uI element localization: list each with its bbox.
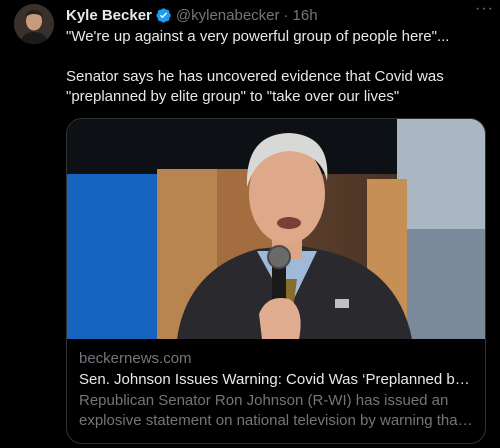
card-domain: beckernews.com bbox=[79, 350, 192, 367]
tweet-text: "We're up against a very powerful group … bbox=[66, 27, 491, 107]
senator-photo bbox=[67, 119, 485, 339]
card-description: Republican Senator Ron Johnson (R-WI) ha… bbox=[79, 392, 462, 429]
author-name[interactable]: Kyle Becker bbox=[66, 7, 152, 24]
user-avatar-icon bbox=[14, 4, 54, 44]
tweet-text-line: Senator says he has uncovered evidence t… bbox=[66, 68, 444, 105]
more-options-icon[interactable]: ··· bbox=[475, 0, 494, 18]
author-handle[interactable]: @kylenabecker bbox=[176, 7, 280, 24]
link-preview-card[interactable]: beckernews.com Sen. Johnson Issues Warni… bbox=[66, 118, 486, 444]
tweet-header: Kyle Becker @kylenabecker · 16h bbox=[66, 5, 490, 25]
card-meta: beckernews.com Sen. Johnson Issues Warni… bbox=[79, 349, 473, 431]
tweet-text-line: "We're up against a very powerful group … bbox=[66, 28, 450, 45]
timestamp[interactable]: 16h bbox=[293, 7, 318, 24]
separator-dot: · bbox=[283, 6, 289, 24]
avatar[interactable] bbox=[14, 4, 54, 44]
tweet[interactable]: Kyle Becker @kylenabecker · 16h ··· "We'… bbox=[0, 0, 500, 448]
verified-badge-icon bbox=[156, 7, 171, 23]
card-title[interactable]: Sen. Johnson Issues Warning: Covid Was ‘… bbox=[79, 370, 473, 390]
card-image[interactable] bbox=[67, 119, 485, 339]
